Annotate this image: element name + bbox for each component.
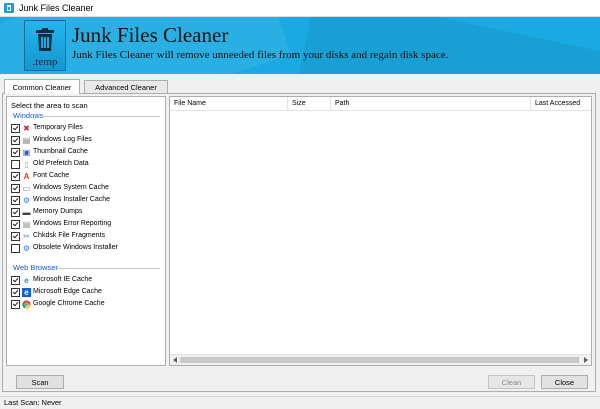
app-icon (4, 3, 14, 13)
window-title: Junk Files Cleaner (19, 3, 94, 13)
scan-item-label: Windows Error Reporting (33, 220, 112, 227)
scan-item-label: Google Chrome Cache (33, 300, 105, 307)
scan-item-label: Obsolete Windows Installer (33, 244, 118, 251)
scroll-left-icon[interactable] (173, 357, 177, 363)
clean-button[interactable]: Clean (488, 375, 535, 389)
group-divider (57, 268, 160, 269)
checkbox[interactable] (11, 276, 20, 285)
group-label-windows: Windows (13, 111, 44, 120)
scan-item-label: Old Prefetch Data (33, 160, 89, 167)
close-button[interactable]: Close (541, 375, 588, 389)
checkbox[interactable] (11, 124, 20, 133)
scan-item-label: Temporary Files (33, 124, 83, 131)
checkbox[interactable] (11, 288, 20, 297)
logo-label: .temp (32, 56, 58, 68)
status-bar: Last Scan: Never (0, 396, 600, 408)
scroll-right-icon[interactable] (584, 357, 588, 363)
scan-item-label: Windows Log Files (33, 136, 92, 143)
column-header-path[interactable]: Path (331, 97, 531, 110)
obsolete-installer-icon: ⚙ (22, 244, 31, 253)
checkbox[interactable] (11, 160, 20, 169)
thumbnail-icon: ▣ (22, 148, 31, 157)
chkdsk-icon: ✂ (23, 232, 30, 241)
checkbox[interactable] (11, 220, 20, 229)
banner-subtitle: Junk Files Cleaner will remove unneeded … (72, 49, 449, 61)
font-icon: A (23, 172, 30, 181)
header-divider (170, 110, 591, 111)
temp-file-icon: ✖ (23, 124, 30, 133)
scan-item-label: Windows System Cache (33, 184, 109, 191)
checkbox[interactable] (11, 148, 20, 157)
scrollbar-thumb[interactable] (180, 357, 579, 363)
scan-item-label: Font Cache (33, 172, 70, 179)
scan-item-label: Chkdsk File Fragments (33, 232, 105, 239)
column-header-last-accessed[interactable]: Last Accessed (531, 97, 591, 110)
column-header-file-name[interactable]: File Name (170, 97, 288, 110)
group-divider (42, 116, 160, 117)
checkbox[interactable] (11, 136, 20, 145)
horizontal-scrollbar[interactable] (170, 354, 591, 365)
scan-item-label: Windows Installer Cache (33, 196, 111, 203)
checkbox[interactable] (11, 208, 20, 217)
prefetch-icon: ▯ (24, 160, 29, 169)
scan-item-label: Microsoft IE Cache (33, 276, 93, 283)
scan-button[interactable]: Scan (16, 375, 64, 389)
scan-area-list: Select the area to scan Windows ✖ Tempor… (6, 96, 166, 366)
checkbox[interactable] (11, 172, 20, 181)
results-table: File Name Size Path Last Accessed (169, 96, 592, 366)
scan-item-label: Memory Dumps (33, 208, 83, 215)
ie-icon: e (24, 276, 29, 285)
checkbox[interactable] (11, 196, 20, 205)
tab-common-cleaner[interactable]: Common Cleaner (4, 79, 80, 94)
column-header-size[interactable]: Size (288, 97, 331, 110)
tab-panel: Select the area to scan Windows ✖ Tempor… (2, 93, 596, 392)
installer-icon: ⚙ (22, 196, 31, 205)
system-cache-icon: ▭ (22, 184, 31, 193)
error-report-icon: ▤ (22, 220, 31, 229)
checkbox[interactable] (11, 244, 20, 253)
banner-title: Junk Files Cleaner (72, 23, 229, 47)
checkbox[interactable] (11, 300, 20, 309)
header-banner: .temp Junk Files Cleaner Junk Files Clea… (0, 17, 600, 74)
scan-area-heading: Select the area to scan (11, 101, 88, 110)
memory-icon: ▬ (22, 208, 31, 217)
title-bar: Junk Files Cleaner (0, 0, 600, 17)
edge-icon: e (22, 288, 31, 297)
trash-bin-icon (36, 28, 54, 51)
scan-item-label: Microsoft Edge Cache (33, 288, 102, 295)
group-label-web-browser: Web Browser (13, 263, 58, 272)
checkbox[interactable] (11, 184, 20, 193)
tab-advanced-cleaner[interactable]: Advanced Cleaner (84, 80, 168, 94)
checkbox[interactable] (11, 232, 20, 241)
scan-item-label: Thumbnail Cache (33, 148, 88, 155)
chrome-icon (22, 300, 31, 309)
app-logo: .temp (24, 20, 66, 71)
log-file-icon: ▤ (22, 136, 31, 145)
